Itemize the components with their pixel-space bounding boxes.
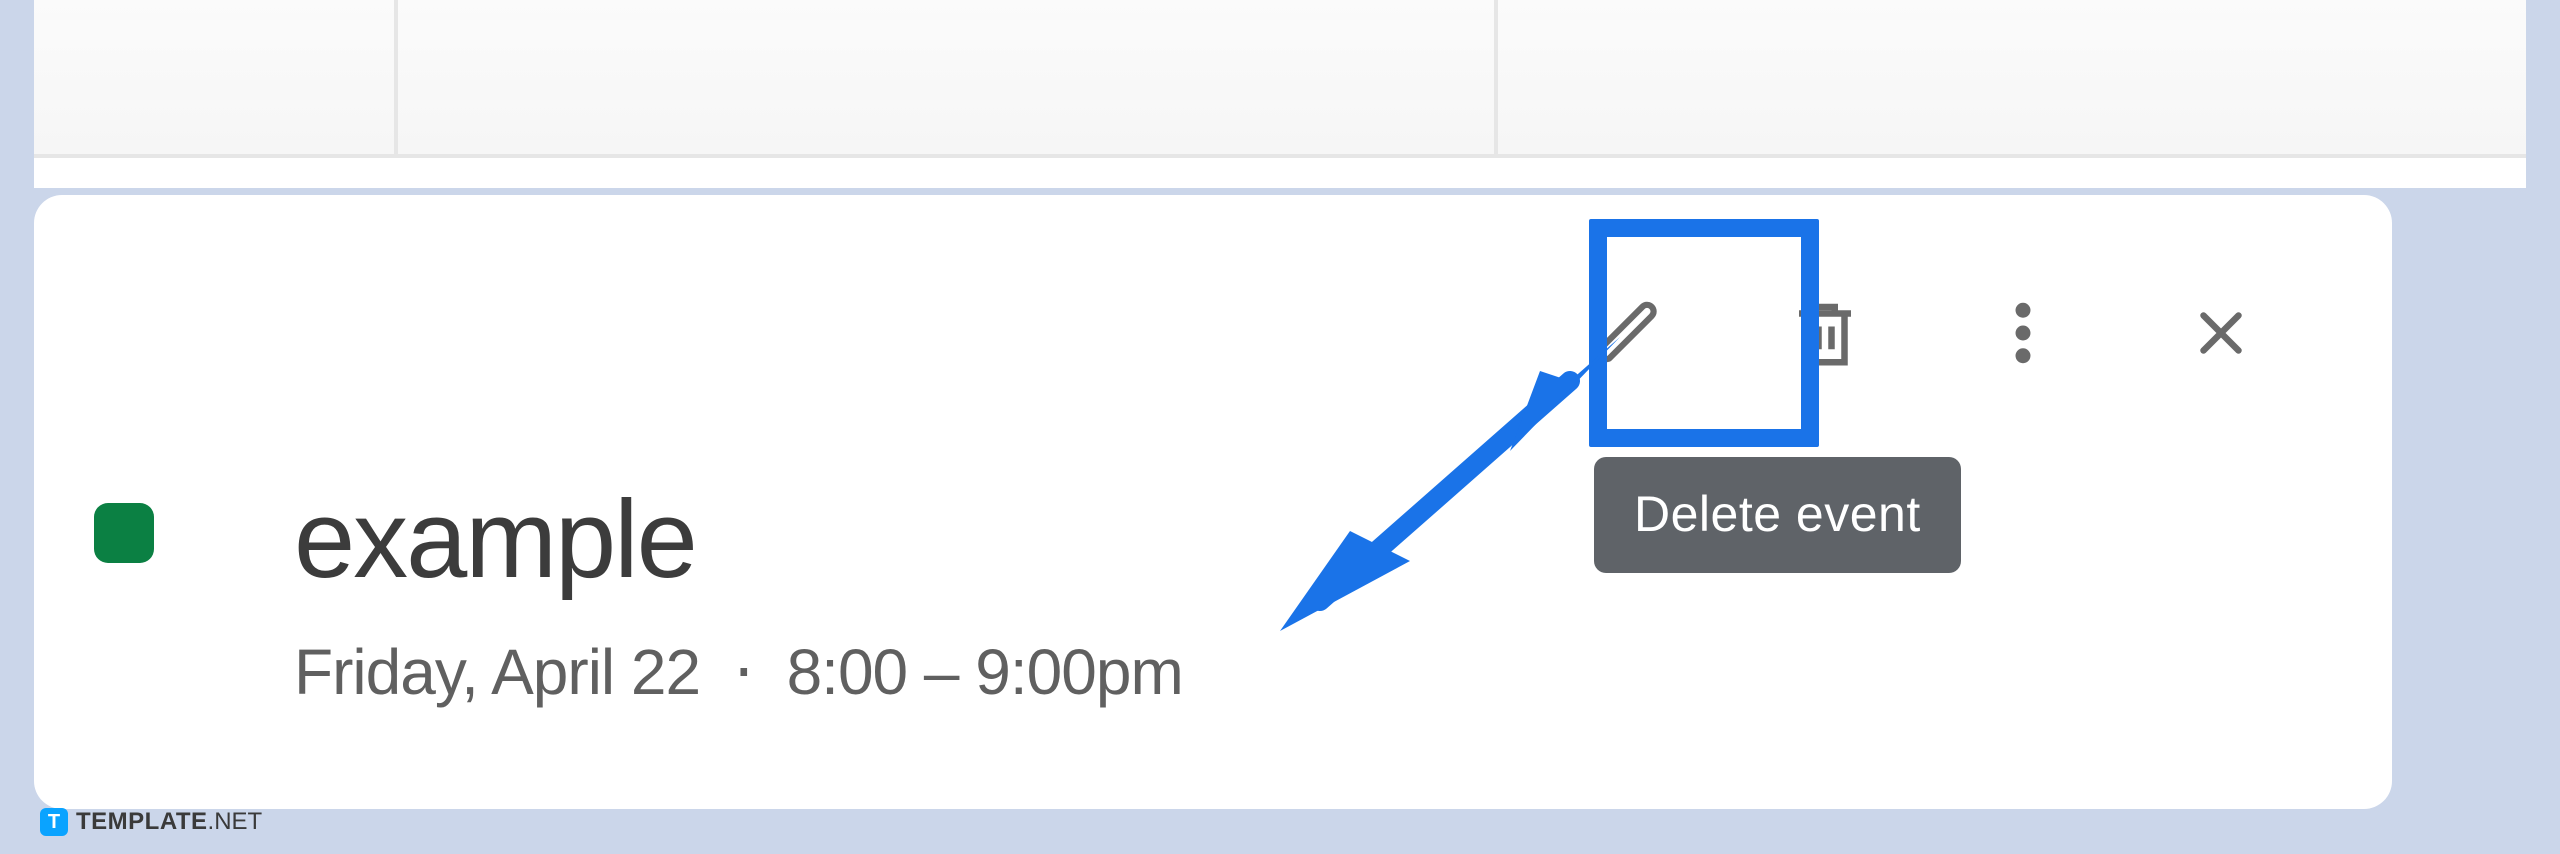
event-title: example xyxy=(294,485,1183,595)
watermark-brand: TEMPLATE xyxy=(76,808,208,835)
calendar-grid-background xyxy=(34,0,2526,188)
event-detail-card: Delete event example Friday, April 22 ⋅ … xyxy=(34,195,2392,809)
calendar-row xyxy=(34,0,2526,158)
more-options-button[interactable] xyxy=(1924,253,2122,413)
close-icon xyxy=(2191,303,2251,363)
close-button[interactable] xyxy=(2122,253,2320,413)
delete-tooltip: Delete event xyxy=(1594,457,1961,573)
event-toolbar xyxy=(1528,253,2320,413)
event-time-range: 8:00 – 9:00pm xyxy=(787,636,1183,708)
tooltip-text: Delete event xyxy=(1634,486,1921,542)
edit-event-button[interactable] xyxy=(1528,253,1726,413)
dot-separator: ⋅ xyxy=(717,636,787,708)
event-color-swatch xyxy=(94,503,154,563)
event-datetime: Friday, April 22 ⋅ 8:00 – 9:00pm xyxy=(294,635,1183,710)
watermark-suffix: .NET xyxy=(208,808,263,835)
watermark: T TEMPLATE.NET xyxy=(40,808,262,836)
watermark-logo-icon: T xyxy=(40,808,68,836)
trash-icon xyxy=(1786,294,1864,372)
calendar-row-divider xyxy=(34,158,2526,188)
pencil-icon xyxy=(1590,296,1664,370)
delete-event-button[interactable] xyxy=(1726,253,1924,413)
vertical-dots-icon xyxy=(1984,294,2062,372)
event-info: example Friday, April 22 ⋅ 8:00 – 9:00pm xyxy=(94,485,1183,710)
event-date: Friday, April 22 xyxy=(294,636,700,708)
